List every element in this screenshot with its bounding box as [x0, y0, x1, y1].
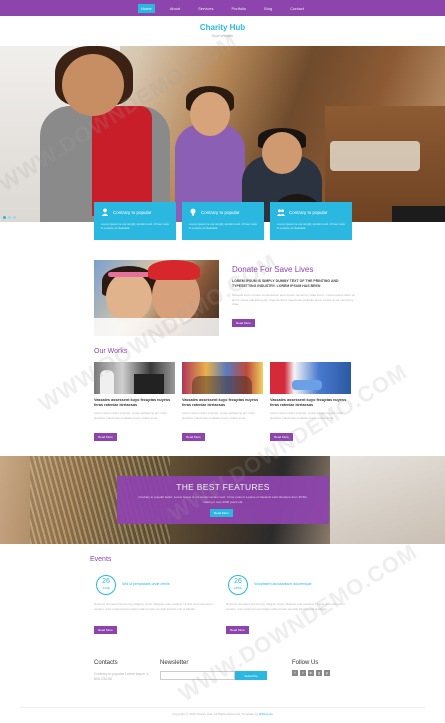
donate-shirts [94, 318, 219, 336]
hero-woman-vest [92, 106, 152, 216]
work-text-3: Lorem ipsum dolor sit amet, conse adipis… [270, 411, 343, 420]
slider-dots [3, 216, 16, 219]
slider-dot-2[interactable] [8, 216, 11, 219]
lightbulb-icon [190, 208, 196, 216]
nav-item-about[interactable]: About [167, 4, 183, 13]
hero-woman-face [62, 54, 124, 116]
event-date-1: 26 JUNE [96, 575, 116, 595]
feature-title: Contrary to popular [289, 210, 328, 215]
site-logo-text[interactable]: Charity Hub [0, 23, 445, 32]
banner-arm [330, 456, 445, 544]
pinterest-icon[interactable]: p [324, 670, 330, 676]
facebook-icon[interactable]: f [292, 670, 298, 676]
event-day: 26 [234, 578, 242, 585]
works-title: Our Works [94, 348, 128, 355]
event-day: 26 [102, 578, 110, 585]
feature-box-3[interactable]: Contrary to popular Lorem ipsum is not s… [270, 202, 352, 240]
hero-boy-face [262, 132, 302, 174]
work-read-more-button-1[interactable]: Read More [94, 433, 117, 441]
banner-text: Contrary to popular belief, Lorem Ipsum … [138, 495, 308, 504]
feature-text: Lorem ipsum is not simply random text. I… [189, 222, 257, 230]
slider-dot-1[interactable] [3, 216, 6, 219]
feature-text: Lorem ipsum is not simply random text. I… [277, 222, 345, 230]
subscribe-button[interactable]: Subscribe [235, 671, 267, 680]
footer-divider [20, 707, 425, 708]
event-read-more-button-1[interactable]: Read More [94, 626, 117, 634]
nav-item-portfolio[interactable]: Portfolio [228, 4, 249, 13]
work-text-1: Lorem ipsum dolor sit amet, conse adipis… [94, 411, 167, 420]
nav-item-contact[interactable]: Contact [287, 4, 307, 13]
group-icon [277, 209, 285, 216]
work-crowd [192, 376, 252, 394]
donate-title: Donate For Save Lives [232, 265, 314, 274]
event-title-1[interactable]: Sed ut perspiciatis unde omnis [122, 582, 212, 586]
social-links: f t in g p [292, 670, 330, 676]
hero-toys [330, 141, 420, 171]
user-icon [101, 208, 109, 216]
top-nav: Home About Services Portfolio Blog Conta… [0, 0, 445, 16]
feature-text: Lorem ipsum is not simply random text. I… [101, 222, 169, 230]
banner-read-more-button[interactable]: Read More [210, 509, 233, 517]
work-gloves [292, 380, 322, 390]
nav-item-blog[interactable]: Blog [261, 4, 275, 13]
footer-newsletter-title: Newsletter [160, 660, 189, 666]
event-read-more-button-2[interactable]: Read More [226, 626, 249, 634]
nav-item-home[interactable]: Home [138, 3, 155, 13]
work-read-more-button-2[interactable]: Read More [182, 433, 205, 441]
donate-girl-headband [108, 272, 150, 277]
donate-subtitle: LOREM IPSUM IS SIMPLY DUMMY TEXT OF THE … [232, 279, 339, 288]
donate-girl-face [106, 272, 152, 322]
newsletter-email-input[interactable] [160, 671, 235, 680]
event-month: JUNE [102, 586, 110, 590]
banner-title: THE BEST FEATURES [176, 482, 270, 492]
footer-contacts-text: Contrary to popular Lorem ipsum 1-800-23… [94, 672, 150, 681]
copyright-text: Copyright © 2015 Charity Hub. All Rights… [172, 712, 258, 716]
footer-follow-title: Follow Us [292, 660, 319, 666]
work-person [100, 370, 114, 394]
feature-box-2[interactable]: Contrary to popular Lorem ipsum is not s… [182, 202, 264, 240]
donate-text: Molestie lorem ornare consectetuer amet … [232, 293, 355, 306]
event-date-2: 26 APRIL [228, 575, 248, 595]
event-text-2: Nostrud, Accusam Nonummy, Magna, Amet. A… [226, 602, 345, 611]
hero-girl-face [190, 92, 230, 136]
feature-title: Contrary to popular [113, 210, 152, 215]
copyright-link[interactable]: W3layouts [259, 712, 273, 716]
slider-dot-3[interactable] [13, 216, 16, 219]
donate-read-more-button[interactable]: Read More [232, 319, 255, 327]
work-title-1: Vassales assessent kuyo fecuptas nuyess … [94, 398, 171, 407]
site-header: Charity Hub Slow Website [0, 16, 445, 46]
footer-contacts-title: Contacts [94, 660, 118, 666]
linkedin-icon[interactable]: in [308, 670, 314, 676]
work-image-1[interactable] [94, 362, 175, 394]
hero-slider-image [0, 46, 445, 222]
feature-title: Contrary to popular [201, 210, 240, 215]
event-text-1: Nostrud, Accusam Nonummy, Magna, Amet. A… [94, 602, 213, 611]
hero-bag [392, 206, 445, 222]
events-title: Events [90, 556, 112, 563]
nav-item-services[interactable]: Services [195, 4, 216, 13]
work-image-3[interactable] [270, 362, 351, 394]
work-title-3: Vassales assessent kuyo fecuptas nuyess … [270, 398, 347, 407]
event-month: APRIL [233, 586, 243, 590]
donate-girl2-hat [148, 260, 200, 280]
google-plus-icon[interactable]: g [316, 670, 322, 676]
work-image-2[interactable] [182, 362, 263, 394]
work-machine [134, 374, 164, 394]
event-title-2[interactable]: Voluptatem accusantium doloremque [254, 582, 344, 586]
donate-photo [94, 260, 219, 336]
twitter-icon[interactable]: t [300, 670, 306, 676]
feature-box-1[interactable]: Contrary to popular Lorem ipsum is not s… [94, 202, 176, 240]
site-tagline: Slow Website [211, 34, 234, 38]
work-title-2: Vassales assessent kuyo fecuptas nuyess … [182, 398, 259, 407]
work-read-more-button-3[interactable]: Read More [270, 433, 293, 441]
copyright: Copyright © 2015 Charity Hub. All Rights… [0, 712, 445, 716]
work-text-2: Lorem ipsum dolor sit amet, conse adipis… [182, 411, 255, 420]
